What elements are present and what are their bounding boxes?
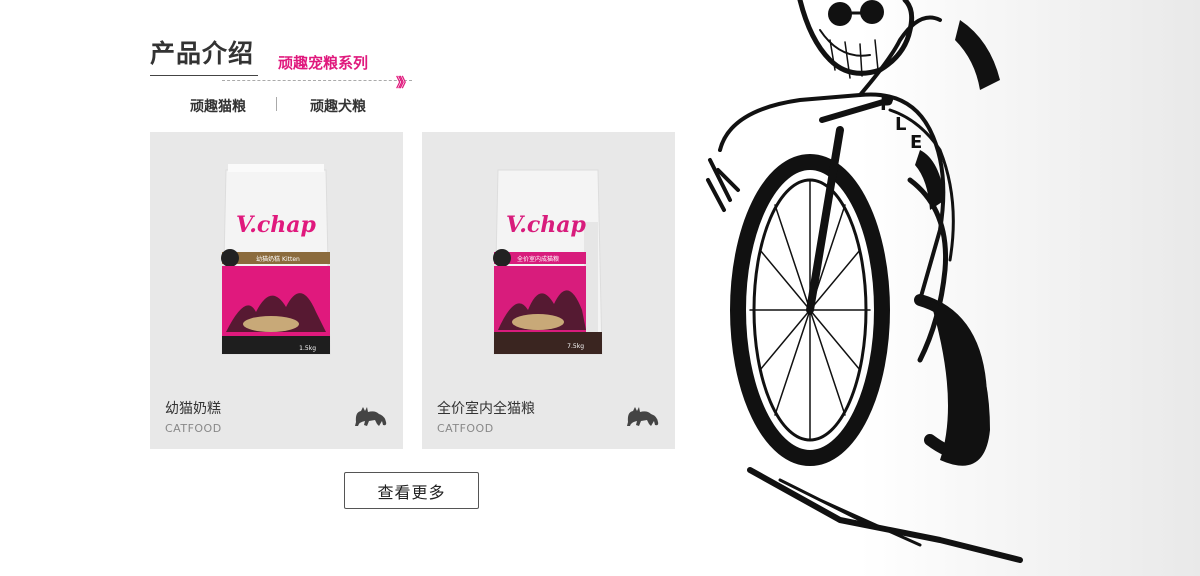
cat-icon <box>355 407 387 426</box>
product-category: CATFOOD <box>437 422 494 435</box>
dashed-divider <box>222 80 412 81</box>
tab-separator <box>276 97 277 111</box>
bag-band-text: 全价室内成猫粮 <box>517 255 559 263</box>
bag-weight: 7.5kg <box>567 343 584 350</box>
page-title: 产品介绍 <box>150 39 255 68</box>
view-more-button[interactable]: 查看更多 <box>344 472 479 509</box>
bag-brand-text: V.chap <box>236 212 317 238</box>
title-underline <box>150 75 258 76</box>
product-bag-image: V.chap 幼猫奶糕 Kitten 1.5kg <box>221 164 331 355</box>
product-bag-image: V.chap 全价室内成猫粮 7.5kg <box>493 169 603 355</box>
product-card[interactable]: V.chap 全价室内成猫粮 7.5kg 全价室内全猫粮 CATFOOD <box>422 132 675 449</box>
series-subtitle: 顽趣宠粮系列 <box>278 54 369 72</box>
product-name: 全价室内全猫粮 <box>437 401 535 417</box>
svg-text:P: P <box>880 94 893 115</box>
svg-text:L: L <box>895 114 906 135</box>
svg-text:E: E <box>910 132 922 153</box>
tab-dog-food[interactable]: 顽趣犬粮 <box>310 96 366 116</box>
product-card[interactable]: V.chap 幼猫奶糕 Kitten 1.5kg 幼猫奶糕 CATFOOD <box>150 132 403 449</box>
tab-cat-food[interactable]: 顽趣猫粮 <box>190 96 246 116</box>
product-category: CATFOOD <box>165 422 222 435</box>
dog-biker-illustration: P L E <box>706 0 1023 563</box>
bag-brand-text: V.chap <box>506 212 587 238</box>
product-name: 幼猫奶糕 <box>165 401 221 417</box>
double-arrow-icon: 》》 <box>396 76 412 91</box>
bag-weight: 1.5kg <box>299 345 316 352</box>
cat-icon <box>627 407 659 426</box>
bag-band-text: 幼猫奶糕 Kitten <box>256 255 300 263</box>
